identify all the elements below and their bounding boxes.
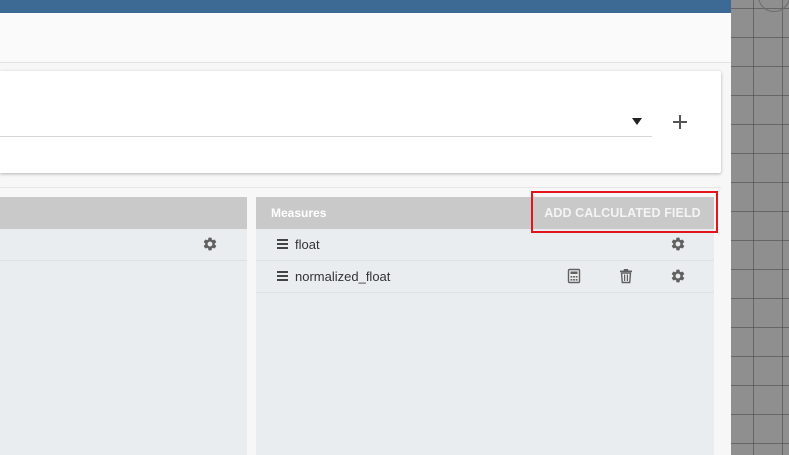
drag-handle-icon[interactable] — [277, 271, 288, 281]
gear-icon[interactable] — [670, 268, 686, 284]
dimensions-panel-header — [0, 197, 247, 229]
measures-panel-header: Measures ADD CALCULATED FIELD — [256, 197, 714, 229]
caret-down-icon[interactable] — [632, 118, 642, 125]
dimensions-panel — [0, 197, 247, 455]
measures-panel: Measures ADD CALCULATED FIELD float norm… — [256, 197, 714, 455]
add-button[interactable] — [668, 110, 692, 134]
measure-label: normalized_float — [295, 269, 391, 284]
calculator-icon[interactable] — [566, 268, 582, 284]
dataset-select[interactable] — [0, 136, 652, 137]
dataset-card — [0, 71, 721, 173]
background-grid — [731, 0, 789, 455]
section-divider — [0, 187, 721, 188]
plus-icon — [673, 115, 687, 129]
modal-header — [0, 13, 731, 63]
modal-dialog: Measures ADD CALCULATED FIELD float norm… — [0, 0, 731, 455]
measure-label: float — [295, 237, 320, 252]
measure-row-normalized-float: normalized_float — [256, 261, 714, 293]
add-calculated-field-button[interactable]: ADD CALCULATED FIELD — [531, 197, 714, 229]
gear-icon[interactable] — [202, 236, 218, 252]
modal-title-bar — [0, 0, 731, 13]
trash-icon[interactable] — [618, 268, 634, 284]
gear-icon[interactable] — [670, 236, 686, 252]
dimension-row — [0, 229, 247, 261]
measures-title: Measures — [271, 206, 327, 220]
drag-handle-icon[interactable] — [277, 239, 288, 249]
measure-row-float: float — [256, 229, 714, 261]
